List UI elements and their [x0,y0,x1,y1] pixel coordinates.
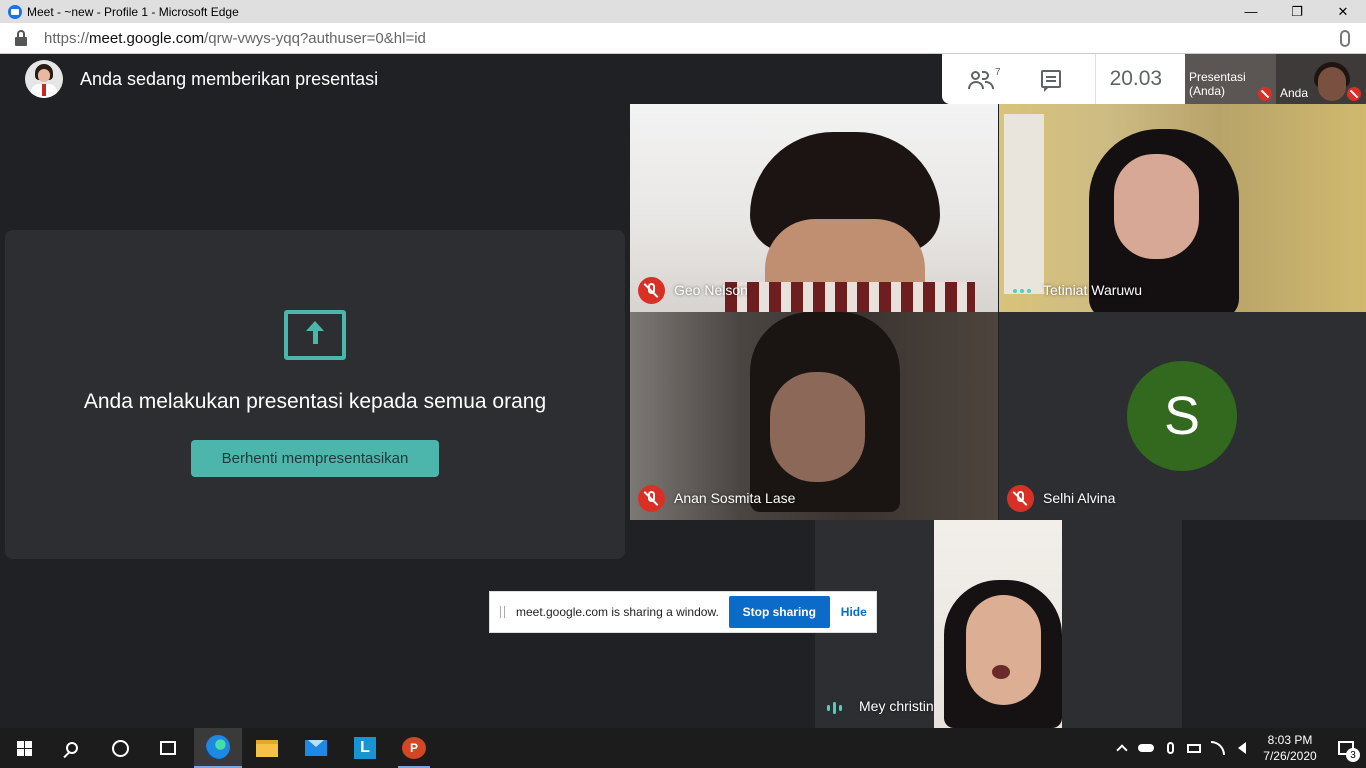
presenting-message: Anda melakukan presentasi kepada semua o… [83,390,547,413]
l-app-icon: L [354,737,376,759]
taskbar-clock[interactable]: 8:03 PM 7/26/2020 [1254,732,1326,764]
divider [1094,54,1096,104]
window-controls: — ❐ ✕ [1228,0,1366,23]
taskbar: L P 8:03 PM 7/26/2020 3 [0,728,1366,768]
chat-icon [1040,70,1061,92]
chevron-up-icon [1116,744,1128,756]
participant-video [1004,114,1044,294]
network-tray[interactable] [1206,728,1230,768]
mail-icon [305,740,327,756]
edge-taskbar-button[interactable] [194,728,242,768]
speaking-indicator-icon [827,702,842,714]
participant-tile[interactable]: S Selhi Alvina [999,312,1366,520]
cortana-icon [111,739,129,757]
restore-button[interactable]: ❐ [1274,0,1320,23]
muted-icon [1347,87,1361,101]
onedrive-tray[interactable] [1134,728,1158,768]
battery-icon [1187,743,1201,753]
participant-video [1318,67,1346,101]
close-button[interactable]: ✕ [1320,0,1366,23]
participant-tile[interactable]: Tetiniat Waruwu [999,104,1366,312]
screen-share-notification: meet.google.com is sharing a window. Sto… [489,591,877,633]
notification-count-badge: 3 [1346,748,1360,762]
participant-video-frame [934,520,1062,728]
people-icon [968,69,994,89]
powerpoint-icon: P [402,737,426,759]
audio-level-icon [1013,289,1031,293]
muted-icon [1258,87,1272,101]
participant-name: Mey christin [859,698,934,714]
powerpoint-taskbar-button[interactable]: P [390,728,438,768]
window-titlebar: Meet - ~new - Profile 1 - Microsoft Edge… [0,0,1366,23]
search-icon [66,742,78,754]
url-path: /qrw-vwys-yqq?authuser=0&hl=id [204,29,426,47]
mic-off-icon [638,485,665,512]
folder-icon [256,739,278,757]
participant-name: Anan Sosmita Lase [674,490,796,506]
stop-presenting-button[interactable]: Berhenti mempresentasikan [191,440,439,477]
self-video-tile[interactable]: Anda [1276,54,1366,104]
file-explorer-taskbar-button[interactable] [243,728,291,768]
drag-handle-icon[interactable] [500,606,505,618]
participant-name: Geo Nelson [674,282,748,298]
presenting-header: Anda sedang memberikan presentasi [25,60,378,98]
cortana-button[interactable] [96,728,144,768]
microphone-icon [1166,742,1174,754]
edge-icon [206,735,230,759]
participant-initial-avatar: S [1127,361,1237,471]
windows-start-icon [16,740,32,756]
avatar[interactable] [25,60,63,98]
url-prefix: https:// [44,29,90,47]
show-hidden-icons-button[interactable] [1110,728,1134,768]
participant-video [1114,154,1199,259]
action-center-button[interactable]: 3 [1326,728,1366,768]
url-text[interactable]: https://meet.google.com/qrw-vwys-yqq?aut… [44,30,426,47]
chat-button[interactable] [1001,54,1061,104]
hide-button[interactable]: Hide [841,605,867,619]
mic-off-icon [1007,485,1034,512]
participants-button[interactable]: 7 [942,54,1001,104]
address-bar[interactable]: https://meet.google.com/qrw-vwys-yqq?aut… [0,23,1366,54]
participant-video [966,595,1041,705]
task-view-icon [160,741,176,755]
minimize-button[interactable]: — [1228,0,1274,23]
participant-video [992,665,1010,679]
l-app-taskbar-button[interactable]: L [341,728,389,768]
clock-date: 7/26/2020 [1263,749,1317,763]
speaker-icon [1238,742,1246,754]
microphone-in-use-icon[interactable] [1340,30,1350,47]
participant-tile[interactable]: Anan Sosmita Lase [630,312,998,520]
call-info-bar: 7 20.03 [942,54,1185,104]
presenting-title: Anda sedang memberikan presentasi [80,68,379,89]
url-host: meet.google.com [89,29,205,47]
battery-tray[interactable] [1182,728,1206,768]
participant-name: Tetiniat Waruwu [1043,282,1143,298]
lock-icon[interactable] [14,30,28,46]
system-tray: 8:03 PM 7/26/2020 3 [1110,728,1366,768]
window-title: Meet - ~new - Profile 1 - Microsoft Edge [27,4,239,19]
mail-taskbar-button[interactable] [292,728,340,768]
cloud-icon [1138,744,1154,752]
wifi-icon [1211,741,1225,755]
stop-sharing-button[interactable]: Stop sharing [728,596,830,628]
volume-tray[interactable] [1230,728,1254,768]
meet-app-icon [8,4,22,19]
participant-tile[interactable]: Geo Nelson [630,104,998,312]
share-message: meet.google.com is sharing a window. [516,605,719,619]
microphone-tray[interactable] [1158,728,1182,768]
participant-name: Selhi Alvina [1043,490,1116,506]
presenting-panel: Anda melakukan presentasi kepada semua o… [5,230,625,559]
mini-tile-label: Anda [1280,86,1309,100]
present-screen-icon [284,310,346,360]
meeting-clock: 20.03 [1109,67,1163,90]
mic-off-icon [638,277,665,304]
search-button[interactable] [48,728,96,768]
self-presentation-tile[interactable]: Presentasi (Anda) [1185,54,1276,104]
start-button[interactable] [0,728,48,768]
clock-time: 8:03 PM [1267,733,1313,747]
participant-video [725,282,975,312]
task-view-button[interactable] [144,728,192,768]
participant-video [770,372,865,482]
